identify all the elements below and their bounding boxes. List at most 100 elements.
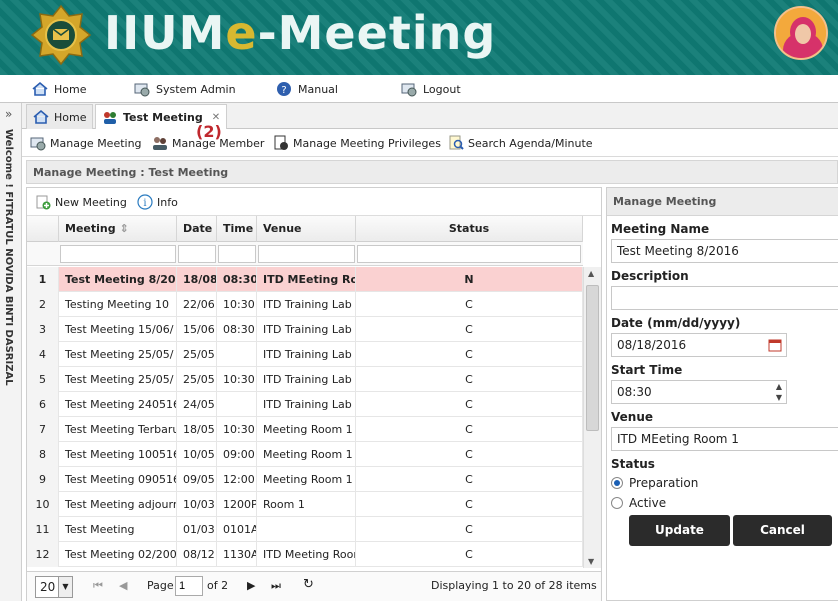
time-spinner-icon[interactable]: ▲ ▼	[776, 381, 782, 403]
status-active-radio[interactable]: Active	[611, 496, 666, 510]
status-preparation-radio[interactable]: Preparation	[611, 476, 698, 490]
scrollbar-thumb[interactable]	[586, 285, 599, 431]
column-header-date[interactable]: Date ▾	[177, 216, 217, 261]
grid-filter-row	[27, 242, 583, 266]
next-page-icon[interactable]: ▶	[247, 579, 255, 592]
filter-status-input[interactable]	[357, 245, 581, 263]
table-row[interactable]: 10 Test Meeting adjourn 10/03 1200P Room 1C	[27, 492, 583, 517]
column-header-meeting[interactable]: Meeting ⇕	[59, 216, 177, 242]
table-row[interactable]: 6 Test Meeting 240516 24/05 ITD Training La…	[27, 392, 583, 417]
expand-chevron-icon[interactable]: »	[5, 107, 12, 121]
table-row[interactable]: 9 Test Meeting 090516 09/05 12:00 Meeting Ro…	[27, 467, 583, 492]
status-active-label: Active	[629, 496, 667, 510]
start-time-input[interactable]: 08:30 ▲ ▼	[611, 380, 787, 404]
manage-meeting-button[interactable]: Manage Meeting	[30, 134, 142, 152]
scroll-up-icon[interactable]: ▲	[588, 269, 594, 278]
cell-status: C	[356, 517, 583, 542]
cell-status: C	[356, 467, 583, 492]
column-header-time[interactable]: Time	[217, 216, 257, 242]
nav-system-admin[interactable]: System Admin	[134, 80, 236, 98]
nav-logout[interactable]: Logout	[401, 80, 461, 98]
column-header-venue[interactable]: Venue	[257, 216, 356, 242]
radio-unselected-icon	[611, 497, 623, 509]
cell-status: C	[356, 292, 583, 317]
cell-date: 08/12	[177, 542, 217, 567]
manage-member-icon	[153, 137, 167, 150]
column-meeting-label: Meeting	[65, 222, 116, 235]
cell-date: 22/06	[177, 292, 217, 317]
grid-scrollbar[interactable]: ▲ ▼	[583, 267, 601, 568]
cell-n: 1	[27, 267, 59, 292]
cell-n: 7	[27, 417, 59, 442]
nav-home[interactable]: Home	[32, 80, 86, 98]
cell-status: C	[356, 442, 583, 467]
cell-date: 09/05	[177, 467, 217, 492]
description-label: Description	[611, 269, 689, 283]
cell-n: 6	[27, 392, 59, 417]
scroll-down-icon[interactable]: ▼	[588, 557, 594, 566]
info-button[interactable]: i Info	[137, 194, 178, 210]
table-row[interactable]: 1Test Meeting 8/201618/0808:30ITD MEetin…	[27, 267, 583, 292]
column-header-status[interactable]: Status	[356, 216, 583, 242]
update-button[interactable]: Update	[629, 515, 730, 546]
first-page-icon[interactable]: ⏮	[93, 579, 103, 593]
meeting-name-input[interactable]: Test Meeting 8/2016	[611, 239, 838, 263]
table-row[interactable]: 2 Testing Meeting 10 22/06 10:30 ITD Trainin…	[27, 292, 583, 317]
status-preparation-label: Preparation	[629, 476, 699, 490]
column-date-label: Date	[183, 222, 213, 235]
tab-bar: Home Test Meeting ✕	[22, 103, 838, 130]
user-avatar[interactable]	[774, 6, 828, 60]
last-page-icon[interactable]: ⏭	[271, 579, 281, 593]
cell-n: 8	[27, 442, 59, 467]
cell-n: 11	[27, 517, 59, 542]
cell-date: 01/03	[177, 517, 217, 542]
nav-logout-label: Logout	[423, 82, 461, 96]
table-row[interactable]: 7 Test Meeting Terbaru 18/05 10:30 Meeting R…	[27, 417, 583, 442]
prev-page-icon[interactable]: ◀	[119, 579, 127, 592]
table-row[interactable]: 8 Test Meeting 100516 10/05 09:00 Meeting Ro…	[27, 442, 583, 467]
cell-status: C	[356, 492, 583, 517]
column-status-label: Status	[448, 222, 490, 235]
calendar-icon[interactable]	[768, 338, 782, 352]
filter-time-input[interactable]	[218, 245, 256, 263]
table-row[interactable]: 5 Test Meeting 25/05/25/05 10:30 ITD Traini…	[27, 367, 583, 392]
tab-home[interactable]: Home	[26, 104, 94, 129]
cell-time: 1130A	[217, 542, 257, 567]
iium-logo-icon	[30, 4, 92, 66]
description-input[interactable]	[611, 286, 838, 310]
filter-meeting-input[interactable]	[60, 245, 176, 263]
cell-date: 18/05	[177, 417, 217, 442]
search-agenda-button[interactable]: Search Agenda/Minute	[448, 134, 593, 152]
filter-date-input[interactable]	[178, 245, 216, 263]
brand-e: e	[225, 6, 258, 60]
user-photo-icon	[776, 8, 826, 58]
date-input[interactable]: 08/18/2016	[611, 333, 787, 357]
cell-date: 25/05	[177, 367, 217, 392]
cell-time: 1200P	[217, 492, 257, 517]
cell-venue: ITD MEeting Room 1	[257, 267, 356, 292]
cell-status: C	[356, 367, 583, 392]
table-row[interactable]: 3 Test Meeting 15/06/15/06 08:30 ITD Traini…	[27, 317, 583, 342]
page-size-select[interactable]: 20 ▼	[35, 576, 73, 598]
filter-venue-input[interactable]	[258, 245, 355, 263]
cell-venue: Meeting Room 1	[257, 417, 356, 442]
collapsed-sidebar[interactable]: » Welcome ! FITRATUL NOVIDA BINTI DASRIZ…	[0, 103, 22, 601]
venue-input[interactable]: ITD MEeting Room 1	[611, 427, 838, 451]
cancel-button[interactable]: Cancel	[733, 515, 832, 546]
refresh-icon[interactable]: ↻	[303, 577, 314, 592]
manage-privileges-label: Manage Meeting Privileges	[293, 136, 441, 150]
meeting-toolbar: Manage Meeting Manage Member Manage Meet…	[22, 129, 838, 157]
new-meeting-button[interactable]: New Meeting	[35, 194, 127, 210]
annotation-marker: (2)	[196, 122, 222, 141]
info-label: Info	[157, 195, 178, 209]
table-row[interactable]: 4 Test Meeting 25/05/25/05 ITD Training La…	[27, 342, 583, 367]
cell-n: 4	[27, 342, 59, 367]
table-row[interactable]: 11 Test Meeting 01/03 0101A C	[27, 517, 583, 542]
cell-n: 5	[27, 367, 59, 392]
page-number-input[interactable]	[175, 576, 203, 596]
table-row[interactable]: 12 Test Meeting 02/200 08/12 1130A ITD Meeti…	[27, 542, 583, 567]
help-icon: ?	[277, 82, 291, 96]
grid-header: Meeting ⇕ Date ▾ Time Venue Status	[27, 216, 583, 261]
manage-privileges-button[interactable]: Manage Meeting Privileges	[273, 134, 441, 152]
nav-manual[interactable]: ? Manual	[276, 80, 338, 98]
